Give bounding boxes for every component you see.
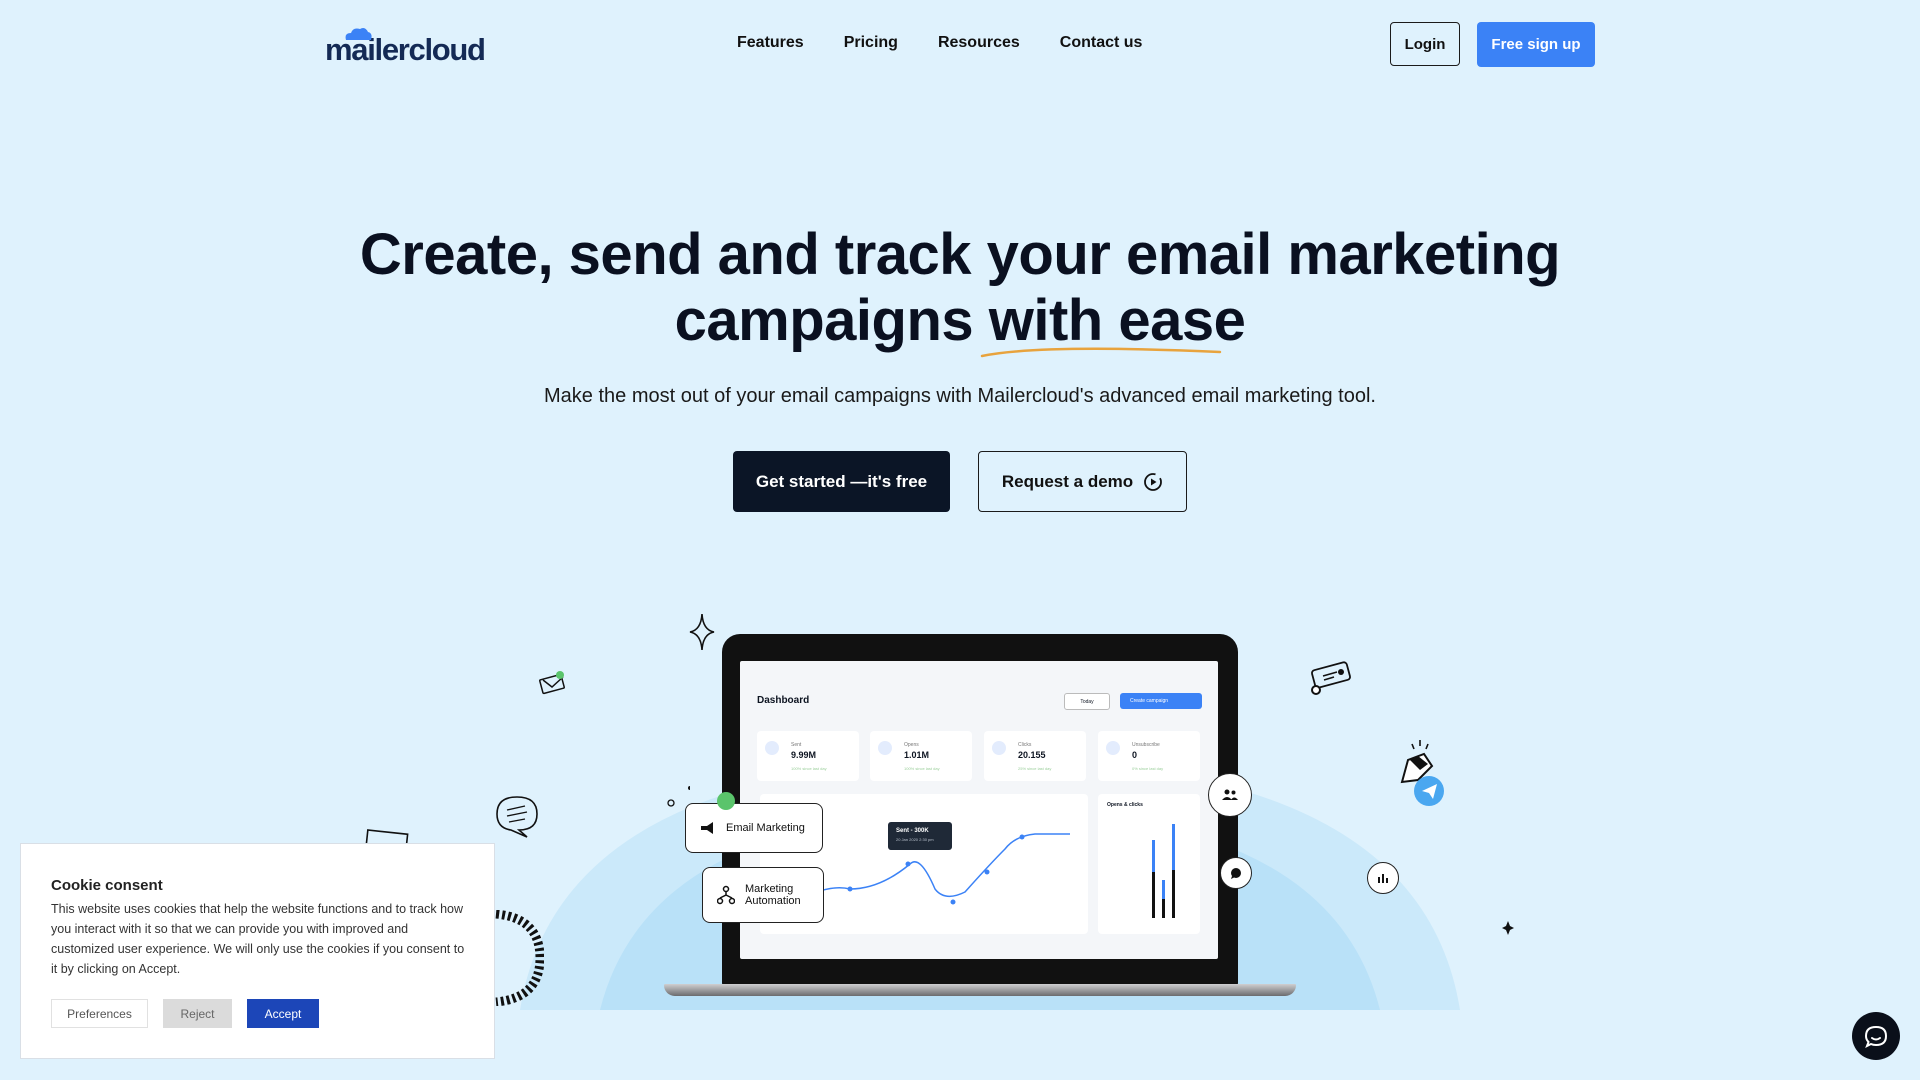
- open-icon: [878, 741, 892, 755]
- chart-point: [950, 899, 956, 905]
- get-started-button[interactable]: Get started —it's free: [733, 451, 950, 512]
- small-sparkle-icon: [1502, 921, 1514, 935]
- envelope-icon: [539, 671, 565, 695]
- hero-subtitle: Make the most out of your email campaign…: [544, 385, 1376, 407]
- unsubscribe-icon: [1106, 741, 1120, 755]
- tooltip-title: Sent - 300K: [896, 828, 929, 834]
- cookie-preferences-button[interactable]: Preferences: [51, 999, 148, 1028]
- automation-label: Marketing Automation: [745, 883, 801, 907]
- ticket-icon: [1311, 661, 1351, 695]
- automation-label-line1: Marketing: [745, 883, 794, 895]
- megaphone-icon: [701, 822, 713, 834]
- tooltip-date: 20 Jan 2020 2:30 pm: [896, 837, 934, 842]
- green-dot: [717, 792, 735, 810]
- nav-resources[interactable]: Resources: [938, 34, 1020, 52]
- stat-card-sent: Sent 9.99M 100% since last day: [757, 731, 859, 781]
- workflow-icon: [717, 885, 735, 905]
- chart-point: [847, 886, 853, 892]
- stat-label: Sent: [791, 742, 802, 748]
- email-marketing-label: Email Marketing: [726, 822, 805, 834]
- send-icon: [1400, 740, 1444, 806]
- login-button[interactable]: Login: [1390, 22, 1460, 66]
- stat-change: 100% since last day: [791, 766, 827, 771]
- play-circle-icon: [1144, 472, 1163, 491]
- email-marketing-card: Email Marketing: [685, 803, 823, 853]
- send-icon: [765, 741, 779, 755]
- cookie-accept-button[interactable]: Accept: [247, 999, 319, 1028]
- create-campaign-button[interactable]: Create campaign: [1120, 693, 1202, 709]
- chat-icon: [1231, 868, 1241, 879]
- dashboard-title: Dashboard: [757, 695, 810, 706]
- sparkle-icon: [689, 613, 715, 651]
- bar-chart: [1152, 824, 1175, 918]
- stat-change: 100% since last day: [904, 766, 940, 771]
- bar: [1172, 870, 1175, 918]
- brand-logo[interactable]: mailercloud: [325, 28, 486, 65]
- title-underline: [980, 347, 1222, 358]
- stat-value: 0: [1132, 750, 1138, 760]
- chart-point: [1019, 834, 1025, 840]
- request-demo-button[interactable]: Request a demo: [978, 451, 1187, 512]
- nav-features[interactable]: Features: [737, 34, 804, 52]
- chart-point: [984, 869, 990, 875]
- message-bubble: [1220, 857, 1252, 889]
- stat-value: 9.99M: [791, 750, 817, 760]
- today-selector[interactable]: Today: [1064, 693, 1110, 710]
- hero-title-line1: Create, send and track your email market…: [359, 222, 1561, 287]
- cookie-consent-banner: Cookie consent This website uses cookies…: [20, 843, 495, 1059]
- stat-change: 0% since last day: [1132, 766, 1164, 771]
- bar-chart-icon: [1378, 874, 1388, 883]
- stat-change: 25% since last day: [1018, 766, 1052, 771]
- request-demo-label: Request a demo: [1001, 471, 1134, 491]
- chart-point: [905, 861, 911, 867]
- laptop-base: [664, 984, 1296, 996]
- chart-tooltip: Sent - 300K 20 Jan 2020 2:30 pm: [888, 822, 952, 850]
- stat-value: 1.01M: [904, 750, 930, 760]
- cookie-title: Cookie consent: [51, 877, 163, 894]
- nav-contact[interactable]: Contact us: [1060, 34, 1143, 52]
- bar: [1162, 899, 1165, 918]
- users-icon: [1222, 789, 1238, 800]
- nav-pricing[interactable]: Pricing: [844, 34, 898, 52]
- marketing-automation-card: Marketing Automation: [702, 867, 824, 923]
- hero-title-line2a: campaigns: [674, 288, 974, 353]
- automation-label-line2: Automation: [745, 895, 801, 907]
- stat-label: Clicks: [1018, 742, 1032, 748]
- cookie-reject-button[interactable]: Reject: [163, 999, 232, 1028]
- bar: [1152, 872, 1155, 918]
- stat-card-unsubscribe: Unsubscribe 0 0% since last day: [1098, 731, 1200, 781]
- stat-card-opens: Opens 1.01M 100% since last day: [870, 731, 972, 781]
- contacts-bubble: [1208, 773, 1252, 817]
- ring-doodle-icon: [495, 910, 544, 1006]
- main-nav: Features Pricing Resources Contact us: [737, 34, 1142, 52]
- stats-bubble: [1367, 862, 1399, 894]
- speech-bubble-icon: [496, 796, 538, 838]
- dots-icon: [667, 786, 690, 807]
- cookie-text: This website uses cookies that help the …: [51, 902, 465, 976]
- stat-value: 20.155: [1018, 750, 1046, 760]
- stat-label: Unsubscribe: [1132, 742, 1160, 748]
- bar-chart-card: Opens & clicks: [1098, 794, 1200, 934]
- stat-label: Opens: [904, 742, 919, 748]
- click-icon: [992, 741, 1006, 755]
- cloud-icon: [345, 28, 372, 40]
- signup-button[interactable]: Free sign up: [1477, 22, 1595, 67]
- chat-launcher-button[interactable]: [1852, 1012, 1900, 1060]
- hero-title: Create, send and track your email market…: [0, 222, 1920, 354]
- stat-card-clicks: Clicks 20.155 25% since last day: [984, 731, 1086, 781]
- chat-bubble-icon: [1864, 1025, 1888, 1048]
